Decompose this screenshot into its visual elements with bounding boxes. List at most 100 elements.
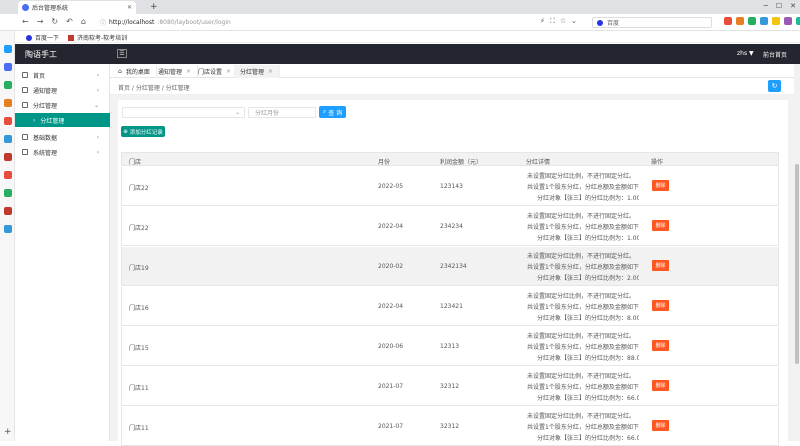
- cell-store: 门店11: [129, 385, 149, 392]
- sidebar-item-dividend[interactable]: 分红管理 ⌄: [15, 98, 110, 112]
- bookmark-item[interactable]: 百度一下: [26, 33, 59, 42]
- maximize-icon[interactable]: ☐: [776, 2, 782, 10]
- dropdown-icon[interactable]: ⌄: [571, 17, 577, 26]
- delete-button[interactable]: 删除: [652, 300, 669, 311]
- nav-buttons: ← → ↻ ↶ ⌂: [22, 17, 86, 26]
- cell-month: 2022-05: [378, 183, 404, 190]
- tab-dividend[interactable]: 分红管理 ×: [234, 65, 281, 78]
- refresh-icon[interactable]: ↻: [768, 80, 781, 92]
- scrollbar-thumb[interactable]: [795, 164, 799, 364]
- url-field[interactable]: ⓘ http://localhost:8080/layboot/user/log…: [100, 17, 530, 28]
- sidebar-tool-icon[interactable]: [4, 99, 12, 107]
- sidebar-item-basic-data[interactable]: 基础数据 ‹: [15, 130, 110, 144]
- delete-button[interactable]: 删除: [652, 340, 669, 351]
- back-icon[interactable]: ←: [22, 17, 29, 26]
- add-sidebar-icon[interactable]: +: [4, 427, 12, 437]
- delete-button[interactable]: 删除: [652, 420, 669, 431]
- close-icon[interactable]: ×: [226, 68, 231, 75]
- window-controls: ─ ☐ ✕: [764, 2, 796, 10]
- extension-icon[interactable]: [796, 17, 800, 25]
- bookmarks-bar: 百度一下 济南软考-软考培训: [0, 31, 800, 43]
- sidebar-tool-icon[interactable]: [4, 81, 12, 89]
- tab-desktop[interactable]: ⌂ 我的桌面: [112, 65, 157, 78]
- detail-line: 共设置1个股东分红，分红总额及金额如下：: [527, 224, 639, 231]
- address-bar-row: ← → ↻ ↶ ⌂ ⓘ http://localhost:8080/layboo…: [0, 14, 800, 31]
- cell-detail: 未设置固定分红比例，不进行固定分红。 共设置1个股东分红，分红总额及金额如下： 分红…: [527, 251, 639, 284]
- browser-tab[interactable]: 后台管理系统 ✕: [18, 1, 136, 14]
- close-window-icon[interactable]: ✕: [790, 2, 796, 10]
- delete-button[interactable]: 删除: [652, 180, 669, 191]
- extension-icon[interactable]: [724, 17, 732, 25]
- delete-button[interactable]: 删除: [652, 260, 669, 271]
- sidebar-tool-icon[interactable]: [4, 63, 12, 71]
- header-detail: 分红详情: [526, 159, 551, 166]
- scrollbar[interactable]: [794, 64, 800, 441]
- sidebar-tool-icon[interactable]: [4, 135, 12, 143]
- sidebar-tool-icon[interactable]: [4, 225, 12, 233]
- extension-icon[interactable]: [772, 17, 780, 25]
- cell-store: 门店19: [129, 265, 149, 272]
- sidebar-tool-icon[interactable]: [4, 171, 12, 179]
- sidebar-tool-icon[interactable]: [4, 207, 12, 215]
- sidebar-item-home[interactable]: 首页 ‹: [15, 68, 110, 82]
- sidebar-item-system[interactable]: 系统管理 ‹: [15, 145, 110, 159]
- detail-line: 未设置固定分红比例，不进行固定分红。: [527, 333, 636, 340]
- close-icon[interactable]: ×: [268, 68, 273, 75]
- plus-icon: ⊕: [123, 128, 128, 135]
- cell-profit: 234234: [440, 223, 463, 230]
- detail-line: 分红对象【张三】的分红比例为：66.00%，…: [537, 435, 639, 442]
- front-page-link[interactable]: 前台首页: [763, 50, 787, 59]
- tab-title: 后台管理系统: [32, 5, 69, 12]
- delete-button[interactable]: 删除: [652, 380, 669, 391]
- user-menu[interactable]: zhs ▼: [737, 50, 754, 57]
- forward-icon[interactable]: →: [37, 17, 44, 26]
- extension-icon[interactable]: [748, 17, 756, 25]
- store-select[interactable]: ⌄: [122, 107, 245, 118]
- extension-icon[interactable]: [784, 17, 792, 25]
- lightning-icon[interactable]: ⚡: [540, 17, 545, 26]
- cell-month: 2021-07: [378, 423, 404, 430]
- sidebar-subitem-dividend[interactable]: › 分红管理: [15, 113, 110, 127]
- home-icon[interactable]: ⌂: [81, 17, 86, 26]
- tab-store-settings[interactable]: 门店设置 ×: [192, 65, 239, 78]
- detail-line: 分红对象【张三】的分红比例为：2.00%，…: [537, 275, 639, 282]
- page-info-icon: ⓘ: [100, 20, 107, 27]
- bookmark-item[interactable]: 济南软考-软考培训: [68, 33, 127, 42]
- app-logo: 陶语手工: [25, 50, 57, 59]
- bookmark-label: 济南软考-软考培训: [77, 35, 128, 42]
- month-input[interactable]: 分红月份: [248, 107, 316, 118]
- add-dividend-button[interactable]: ⊕ 添加分红记录: [121, 126, 165, 137]
- delete-button[interactable]: 删除: [652, 220, 669, 231]
- search-button[interactable]: ⌕ 查 询: [319, 106, 346, 118]
- sidebar-item-label: 分红管理: [40, 117, 65, 125]
- detail-line: 未设置固定分红比例，不进行固定分红。: [527, 413, 636, 420]
- cell-detail: 未设置固定分红比例，不进行固定分红。 共设置1个股东分红，分红总额及金额如下： 分红…: [527, 211, 639, 244]
- new-tab-icon[interactable]: +: [150, 2, 158, 12]
- sidebar-tool-icon[interactable]: [4, 189, 12, 197]
- settings-icon: [22, 149, 28, 155]
- cell-store: 门店16: [129, 305, 149, 312]
- reload-icon[interactable]: ↻: [51, 17, 58, 26]
- tab-label: 我的桌面: [125, 69, 150, 76]
- screenshot-icon[interactable]: ⛶: [550, 17, 555, 26]
- cell-month: 2022-04: [378, 303, 404, 310]
- menu-toggle-icon[interactable]: ☰: [117, 49, 127, 58]
- cell-profit: 123421: [440, 303, 463, 310]
- undo-icon[interactable]: ↶: [66, 17, 73, 26]
- star-icon[interactable]: ☆: [560, 17, 566, 26]
- sidebar-item-notice[interactable]: 通知管理 ‹: [15, 83, 110, 97]
- extension-icon[interactable]: [760, 17, 768, 25]
- minimize-icon[interactable]: ─: [764, 2, 768, 10]
- detail-line: 未设置固定分红比例，不进行固定分红。: [527, 173, 636, 180]
- table-row: 门店22 2022-05 123143 未设置固定分红比例，不进行固定分红。 共设置1个…: [121, 167, 779, 206]
- extension-icon[interactable]: [736, 17, 744, 25]
- detail-line: 未设置固定分红比例，不进行固定分红。: [527, 213, 636, 220]
- close-icon[interactable]: ×: [186, 68, 191, 75]
- sidebar-tool-icon[interactable]: [4, 153, 12, 161]
- sidebar-tool-icon[interactable]: [4, 117, 12, 125]
- sidebar-tool-icon[interactable]: [4, 45, 12, 53]
- sidebar-item-label: 系统管理: [33, 149, 58, 157]
- search-box[interactable]: 百度: [592, 17, 712, 28]
- close-tab-icon[interactable]: ✕: [127, 4, 132, 11]
- cell-month: 2020-02: [378, 263, 404, 270]
